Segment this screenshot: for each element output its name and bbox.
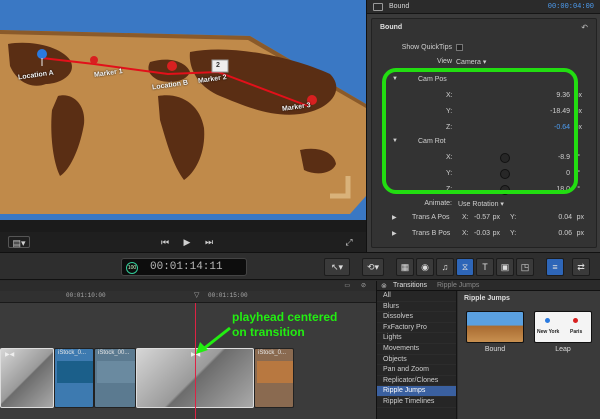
fullscreen-icon[interactable]: ⤢ <box>342 236 356 248</box>
video-clip[interactable]: iStock_0... <box>54 348 94 408</box>
transition-thumb-leap[interactable]: New York Paris <box>534 311 592 343</box>
viewer-panel: Location A Marker 1 Location B Marker 2 … <box>0 0 366 252</box>
category-item[interactable]: Ripple Timelines <box>377 397 456 408</box>
category-item[interactable]: Replicator/Clones <box>377 376 456 387</box>
view-select[interactable]: Camera ▾ <box>456 58 486 66</box>
play-icon[interactable]: ▶ <box>180 236 194 248</box>
viewer-canvas[interactable]: Location A Marker 1 Location B Marker 2 … <box>0 0 366 220</box>
trans-b-row: ▶ Trans B Pos X: -0.03 px Y: 0.06 px <box>392 230 584 237</box>
cam-highlight-annotation <box>382 68 578 194</box>
trans-b-x-value[interactable]: -0.03 <box>474 230 490 237</box>
trans-b-y-value[interactable]: 0.06 <box>558 230 572 237</box>
inspector-header: Bound 00:00:04:00 <box>367 0 600 14</box>
video-clip[interactable]: iStock_0... <box>254 348 294 408</box>
timecode-value: 00:01:14:11 <box>150 261 223 273</box>
inspector-timecode: 00:00:04:00 <box>547 3 594 11</box>
video-clip[interactable]: iStock_00... <box>94 348 136 408</box>
animate-select[interactable]: Use Rotation ▾ <box>458 200 504 208</box>
zoom-percent: 100 <box>126 262 138 274</box>
animate-row: Animate: Use Rotation ▾ <box>372 197 598 211</box>
trans-a-row: ▶ Trans A Pos X: -0.57 px Y: 0.04 px <box>392 214 584 221</box>
generators-browser-icon[interactable]: ▣ <box>496 258 514 276</box>
playhead[interactable] <box>195 303 196 419</box>
browser-header: ⊗ Transitions Ripple Jumps <box>377 281 600 291</box>
transitions-browser: ⊗ Transitions Ripple Jumps All Blurs Dis… <box>376 281 600 419</box>
playhead-marker-icon[interactable]: ▽ <box>194 291 199 299</box>
transitions-grid: Ripple Jumps Bound New York Paris Leap <box>458 291 600 419</box>
toolbar: 100 00:01:14:11 ↖▾ ⟲▾ ▦ ◉ ♫ ⧖ T ▣ ◳ ≡ ⇄ <box>0 252 600 280</box>
toggle-panels-icon[interactable]: ⇄ <box>572 258 590 276</box>
category-item[interactable]: Objects <box>377 355 456 366</box>
show-quicktips-row: Show QuickTips <box>372 41 598 55</box>
category-item[interactable]: Lights <box>377 333 456 344</box>
transitions-browser-icon[interactable]: ⧖ <box>456 258 474 276</box>
timeline-index-icon[interactable]: ≡ <box>546 258 564 276</box>
titles-browser-icon[interactable]: T <box>476 258 494 276</box>
category-item[interactable]: All <box>377 291 456 302</box>
clip-thumbnail <box>97 361 135 383</box>
category-item[interactable]: FxFactory Pro <box>377 323 456 334</box>
view-row: View Camera ▾ <box>372 55 598 69</box>
clip-thumbnail <box>257 361 293 383</box>
timeline-ruler[interactable]: 00:01:10:00 00:01:15:00 ▽ <box>0 291 376 303</box>
viewer-controls: ▤▾ ⏮ ▶ ⏭ ⤢ <box>0 232 366 252</box>
annotation-text: playhead centered on transition <box>232 310 338 339</box>
themes-browser-icon[interactable]: ◳ <box>516 258 534 276</box>
transition-label-bound: Bound <box>484 346 506 353</box>
retime-icon[interactable]: ⟲▾ <box>362 258 384 276</box>
animate-label: Animate: <box>424 200 452 207</box>
trans-a-x-value[interactable]: -0.57 <box>474 214 490 221</box>
timeline-panel[interactable]: ▭ ⊘ 00:01:10:00 00:01:15:00 ▽ ▶◀ iStock_… <box>0 281 376 419</box>
show-quicktips-label: Show QuickTips <box>401 44 452 51</box>
browser-path: Ripple Jumps <box>437 282 480 289</box>
disclosure-closed-icon[interactable]: ▶ <box>392 230 397 237</box>
next-frame-icon[interactable]: ⏭ <box>202 236 216 248</box>
browser-title: Transitions <box>393 282 427 289</box>
select-tool-icon[interactable]: ↖▾ <box>324 258 350 276</box>
zoom-icon[interactable]: ▭ <box>344 282 350 289</box>
category-item-selected[interactable]: Ripple Jumps <box>377 386 456 397</box>
timecode-display[interactable]: 100 00:01:14:11 <box>121 258 247 276</box>
trans-a-y-value[interactable]: 0.04 <box>558 214 572 221</box>
inspector-title: Bound <box>389 3 410 10</box>
ruler-tick: 00:01:15:00 <box>208 292 248 299</box>
marker-number: 2 <box>216 62 220 69</box>
reset-icon[interactable]: ↶ <box>581 23 588 32</box>
previous-frame-icon[interactable]: ⏮ <box>158 236 172 248</box>
close-icon[interactable]: ⊗ <box>381 282 387 290</box>
annotation-arrow <box>196 326 231 354</box>
transition-icon: ▶◀ <box>5 352 15 358</box>
category-item[interactable]: Pan and Zoom <box>377 365 456 376</box>
view-label: View <box>436 58 452 65</box>
disclosure-closed-icon[interactable]: ▶ <box>392 214 397 221</box>
transition-thumb-bound[interactable] <box>466 311 524 343</box>
clip-thumbnail <box>57 361 93 383</box>
category-item[interactable]: Blurs <box>377 302 456 313</box>
photo-browser-icon[interactable]: ◉ <box>416 258 434 276</box>
category-item[interactable]: Movements <box>377 344 456 355</box>
event-browser-icon[interactable]: ▦ <box>396 258 414 276</box>
ruler-tick: 00:01:10:00 <box>66 292 106 299</box>
section-title: Bound <box>380 24 403 31</box>
show-quicktips-checkbox[interactable] <box>456 44 463 51</box>
world-map-scene <box>0 0 366 220</box>
view-options-icon[interactable]: ▤▾ <box>8 236 30 248</box>
skimming-icon[interactable]: ⊘ <box>361 282 366 289</box>
group-title: Ripple Jumps <box>464 295 510 302</box>
category-item[interactable]: Dissolves <box>377 312 456 323</box>
music-browser-icon[interactable]: ♫ <box>436 258 454 276</box>
timeline-header: ▭ ⊘ <box>0 281 376 291</box>
pin-icon <box>573 318 578 323</box>
film-icon <box>373 3 383 11</box>
category-list: All Blurs Dissolves FxFactory Pro Lights… <box>377 291 457 419</box>
pin-icon <box>545 318 550 323</box>
transition-label-leap: Leap <box>555 346 571 353</box>
transition-clip[interactable]: ▶◀ <box>0 348 54 408</box>
